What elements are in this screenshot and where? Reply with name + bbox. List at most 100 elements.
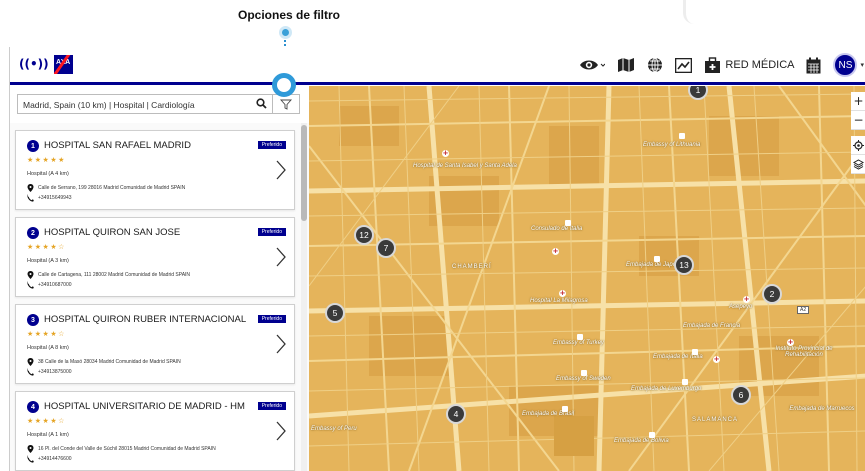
map-controls: + − <box>851 92 865 174</box>
result-distance: Hospital (A 8 km) <box>27 345 69 351</box>
result-address: 16 Pl. del Conde del Valle de Súchil 280… <box>38 446 216 452</box>
layers-button[interactable] <box>851 155 865 174</box>
broadcast-icon[interactable]: ((•)) <box>19 57 49 71</box>
map-label: Embajada de Japón <box>626 262 680 268</box>
hospital-cross-icon[interactable]: + <box>713 356 720 363</box>
result-card[interactable]: 1 HOSPITAL SAN RAFAEL MADRID Preferido ★… <box>15 130 295 210</box>
chevron-right-icon[interactable] <box>275 246 287 268</box>
preferred-badge: Preferido <box>257 402 286 410</box>
zoom-out-button[interactable]: − <box>851 111 865 130</box>
result-phone[interactable]: +34913875000 <box>38 369 72 375</box>
result-number: 2 <box>27 227 39 239</box>
map-label: Embassy of Peru <box>311 426 357 432</box>
search-input[interactable] <box>18 96 243 114</box>
decorative-swoosh <box>683 0 705 24</box>
locate-button[interactable] <box>851 136 865 155</box>
results-list: 1 HOSPITAL SAN RAFAEL MADRID Preferido ★… <box>10 123 309 471</box>
map-label: Consulado de Italia <box>531 226 583 232</box>
globe-button[interactable] <box>647 53 663 77</box>
results-panel: 1 HOSPITAL SAN RAFAEL MADRID Preferido ★… <box>10 86 309 471</box>
calendar-button[interactable] <box>806 53 821 77</box>
location-pin-icon <box>27 184 34 192</box>
preferred-badge: Preferido <box>257 141 286 149</box>
map-label: CHAMBERÍ <box>452 264 492 270</box>
top-bar: ((•)) AXA <box>10 47 865 85</box>
filter-button[interactable] <box>272 94 300 114</box>
results-scrollbar[interactable] <box>301 123 307 471</box>
map-label: Embajada de Bolivia <box>614 438 669 444</box>
star-rating: ★★★★☆ <box>27 417 66 425</box>
result-name[interactable]: HOSPITAL SAN RAFAEL MADRID <box>44 140 191 151</box>
map-streets <box>309 86 865 471</box>
medical-kit-icon <box>705 56 721 73</box>
map-cluster-marker[interactable]: 2 <box>762 284 782 304</box>
map-label: Asepeyo <box>729 304 753 310</box>
result-distance: Hospital (A 3 km) <box>27 258 69 264</box>
star-rating: ★★★★★ <box>27 156 66 164</box>
hospital-cross-icon[interactable]: + <box>743 296 750 303</box>
chevron-right-icon[interactable] <box>275 333 287 355</box>
location-pin-icon <box>27 271 34 279</box>
scroll-thumb[interactable] <box>301 125 307 221</box>
phone-icon <box>27 455 34 463</box>
location-pin-icon <box>27 445 34 453</box>
eye-icon <box>580 60 606 70</box>
map-label: Hospital de Santa Isabel y Santa Adela <box>413 163 517 169</box>
result-distance: Hospital (A 1 km) <box>27 432 69 438</box>
result-name[interactable]: HOSPITAL QUIRON RUBER INTERNACIONAL <box>44 314 246 325</box>
map-view[interactable]: Hospital de Santa Isabel y Santa Adela E… <box>309 86 865 471</box>
hospital-cross-icon[interactable]: + <box>552 248 559 255</box>
result-number: 1 <box>27 140 39 152</box>
search-box[interactable] <box>17 94 273 114</box>
map-cluster-marker[interactable]: 5 <box>325 303 345 323</box>
result-phone[interactable]: +34910687000 <box>38 282 72 288</box>
result-phone[interactable]: +34915649943 <box>38 195 72 201</box>
chevron-right-icon[interactable] <box>275 420 287 442</box>
result-card[interactable]: 2 HOSPITAL QUIRON SAN JOSE Preferido ★★★… <box>15 217 295 297</box>
target-icon <box>853 139 864 151</box>
embassy-flag-icon <box>692 349 698 355</box>
globe-icon <box>648 57 663 73</box>
map-cluster-marker[interactable]: 12 <box>354 225 374 245</box>
result-number: 3 <box>27 314 39 326</box>
embassy-flag-icon <box>682 379 688 385</box>
star-rating: ★★★★☆ <box>27 330 66 338</box>
chevron-right-icon[interactable] <box>275 159 287 181</box>
callout-label: Opciones de filtro <box>238 8 341 22</box>
hospital-cross-icon[interactable]: + <box>442 150 449 157</box>
result-name[interactable]: HOSPITAL UNIVERSITARIO DE MADRID - HM <box>44 401 245 412</box>
search-icon[interactable] <box>256 98 267 109</box>
map-cluster-marker[interactable]: 6 <box>731 385 751 405</box>
avatar[interactable]: NS <box>833 53 858 77</box>
result-card[interactable]: 4 HOSPITAL UNIVERSITARIO DE MADRID - HM … <box>15 391 295 471</box>
user-menu[interactable]: NS ▾ <box>833 53 865 77</box>
zoom-in-button[interactable]: + <box>851 92 865 111</box>
red-medica-button[interactable]: RED MÉDICA <box>704 53 794 77</box>
chart-button[interactable] <box>675 53 693 77</box>
callout-highlight-ring <box>272 73 296 97</box>
map-label: Embassy of Lithuania <box>643 142 701 148</box>
map-view-button[interactable] <box>617 53 635 77</box>
nav-icons: RED MÉDICA NS ▾ <box>579 47 865 83</box>
map-label: Embassy of Sweden <box>556 376 611 382</box>
map-icon <box>618 58 635 72</box>
result-phone[interactable]: +34914476600 <box>38 456 72 462</box>
hospital-cross-icon[interactable]: + <box>787 339 794 346</box>
result-address: 38 Calle de la Masó 28034 Madrid Comunid… <box>38 359 181 365</box>
screenshot-stage: Opciones de filtro ((•)) AXA <box>0 0 865 471</box>
map-label: Embajada de Francia <box>683 323 741 329</box>
embassy-flag-icon <box>581 370 587 376</box>
eye-dropdown[interactable] <box>579 53 606 77</box>
map-cluster-marker[interactable]: 4 <box>446 404 466 424</box>
preferred-badge: Preferido <box>257 228 286 236</box>
result-card[interactable]: 3 HOSPITAL QUIRON RUBER INTERNACIONAL Pr… <box>15 304 295 384</box>
hospital-cross-icon[interactable]: + <box>559 290 566 297</box>
filter-icon <box>280 99 292 110</box>
embassy-flag-icon <box>679 133 685 139</box>
map-cluster-marker[interactable]: 7 <box>376 238 396 258</box>
chevron-down-icon: ▾ <box>860 62 864 69</box>
result-name[interactable]: HOSPITAL QUIRON SAN JOSE <box>44 227 180 238</box>
road-shield: A2 <box>797 306 810 314</box>
map-cluster-marker[interactable]: 13 <box>674 255 694 275</box>
embassy-flag-icon <box>562 406 568 412</box>
